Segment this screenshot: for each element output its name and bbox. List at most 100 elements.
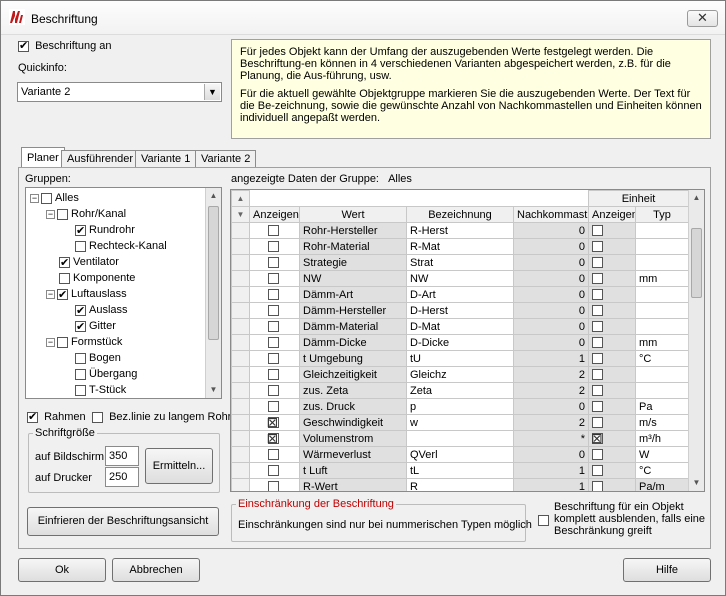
tab-ausfuehrender[interactable]: Ausführender: [61, 150, 140, 167]
decimals-cell[interactable]: 0: [513, 238, 589, 255]
unit-show-check[interactable]: [592, 353, 603, 365]
designation-cell[interactable]: tL: [406, 462, 514, 479]
show-check[interactable]: [267, 257, 279, 269]
type-cell[interactable]: mm: [634, 270, 690, 287]
tree-item[interactable]: Gitter: [62, 318, 116, 335]
unit-show-check[interactable]: [592, 289, 603, 301]
designation-cell[interactable]: R-Mat: [406, 238, 514, 255]
decimals-cell[interactable]: 0: [513, 398, 589, 415]
table-row[interactable]: Strategie Strat 0: [231, 254, 690, 271]
scroll-up-icon[interactable]: ▲: [206, 188, 221, 204]
show-check[interactable]: [267, 305, 279, 317]
table-row[interactable]: Dämm-Hersteller D-Herst 0: [231, 302, 690, 319]
type-cell[interactable]: °C: [634, 350, 690, 367]
col-header-decimals[interactable]: Nachkommast.: [513, 206, 589, 223]
collapse-icon[interactable]: −: [46, 337, 55, 347]
col-header-type[interactable]: Typ: [634, 206, 690, 223]
show-cell[interactable]: [249, 254, 300, 271]
show-check[interactable]: [267, 225, 279, 237]
scroll-down-icon[interactable]: ▼: [206, 382, 221, 398]
decimals-cell[interactable]: 2: [513, 414, 589, 431]
designation-cell[interactable]: QVerl: [406, 446, 514, 463]
unit-show-cell[interactable]: [588, 286, 636, 303]
show-cell[interactable]: [249, 350, 300, 367]
show-check[interactable]: [267, 337, 279, 349]
scroll-up-icon[interactable]: ▲: [689, 190, 704, 206]
show-cell[interactable]: [249, 366, 300, 383]
ok-button[interactable]: Ok: [18, 558, 106, 582]
show-check[interactable]: [267, 321, 279, 333]
unit-show-cell[interactable]: [588, 462, 636, 479]
type-cell[interactable]: mm: [634, 334, 690, 351]
tree-item[interactable]: Bogen: [62, 350, 121, 366]
tree-scrollbar[interactable]: ▲ ▼: [205, 188, 221, 398]
col-header-show[interactable]: Anzeigen: [249, 206, 300, 223]
type-cell[interactable]: [634, 222, 690, 239]
show-check[interactable]: [267, 416, 279, 430]
tree-item-check[interactable]: [75, 303, 86, 319]
decimals-cell[interactable]: 1: [513, 350, 589, 367]
decimals-cell[interactable]: 2: [513, 366, 589, 383]
unit-show-check[interactable]: [592, 481, 603, 491]
unit-show-cell[interactable]: [588, 238, 636, 255]
designation-cell[interactable]: D-Dicke: [406, 334, 514, 351]
collapse-icon[interactable]: −: [46, 209, 55, 219]
decimals-cell[interactable]: 0: [513, 334, 589, 351]
show-cell[interactable]: [249, 462, 300, 479]
table-row[interactable]: t Luft tL 1 °C: [231, 462, 690, 479]
unit-show-check[interactable]: [592, 417, 603, 429]
unit-show-check[interactable]: [592, 385, 603, 397]
show-cell[interactable]: [249, 318, 300, 335]
unit-show-check[interactable]: [592, 337, 603, 349]
show-cell[interactable]: [249, 430, 300, 447]
show-cell[interactable]: [249, 398, 300, 415]
unit-show-check[interactable]: [592, 241, 603, 253]
unit-show-check[interactable]: [592, 305, 603, 317]
type-cell[interactable]: m³/h: [634, 430, 690, 447]
col-header-value[interactable]: Wert: [299, 206, 407, 223]
designation-cell[interactable]: Strat: [406, 254, 514, 271]
show-check[interactable]: [267, 432, 279, 446]
type-cell[interactable]: [634, 254, 690, 271]
printer-size-input[interactable]: 250: [105, 467, 139, 487]
collapse-icon[interactable]: −: [30, 193, 39, 203]
table-row[interactable]: Dämm-Material D-Mat 0: [231, 318, 690, 335]
tree-item[interactable]: Übergang: [62, 366, 137, 382]
quickinfo-select[interactable]: Variante 2 ▼: [17, 82, 222, 102]
show-cell[interactable]: [249, 302, 300, 319]
table-row[interactable]: Wärmeverlust QVerl 0 W: [231, 446, 690, 463]
tree-item-check[interactable]: [41, 192, 52, 204]
col-header-designation[interactable]: Bezeichnung: [406, 206, 514, 223]
unit-show-check[interactable]: [592, 401, 603, 413]
frame-check[interactable]: [27, 410, 38, 423]
designation-cell[interactable]: D-Herst: [406, 302, 514, 319]
decimals-cell[interactable]: 1: [513, 478, 589, 491]
data-grid[interactable]: ▲ Einheit ▼ Anzeigen Wert Bezeichnung Na…: [230, 189, 705, 492]
unit-show-cell[interactable]: [588, 398, 636, 415]
unit-show-check[interactable]: [592, 449, 603, 461]
decimals-cell[interactable]: 2: [513, 382, 589, 399]
unit-show-cell[interactable]: [588, 334, 636, 351]
unit-show-check[interactable]: [592, 465, 603, 477]
unit-show-cell[interactable]: [588, 478, 636, 491]
table-row[interactable]: Dämm-Dicke D-Dicke 0 mm: [231, 334, 690, 351]
show-cell[interactable]: [249, 286, 300, 303]
show-cell[interactable]: [249, 222, 300, 239]
title-bar[interactable]: Beschriftung ✕: [1, 1, 725, 35]
tree-item-check[interactable]: [57, 336, 68, 348]
designation-cell[interactable]: p: [406, 398, 514, 415]
help-button[interactable]: Hilfe: [623, 558, 711, 582]
decimals-cell[interactable]: 1: [513, 462, 589, 479]
unit-show-cell[interactable]: [588, 254, 636, 271]
designation-cell[interactable]: R-Herst: [406, 222, 514, 239]
unit-show-cell[interactable]: [588, 446, 636, 463]
type-cell[interactable]: Pa: [634, 398, 690, 415]
type-cell[interactable]: [634, 318, 690, 335]
unit-show-check[interactable]: [592, 273, 603, 285]
tab-variante-2[interactable]: Variante 2: [195, 150, 257, 167]
tree-item[interactable]: Auslass: [62, 302, 128, 319]
type-cell[interactable]: [634, 286, 690, 303]
decimals-cell[interactable]: 0: [513, 318, 589, 335]
decimals-cell[interactable]: 0: [513, 254, 589, 271]
unit-show-cell[interactable]: [588, 350, 636, 367]
